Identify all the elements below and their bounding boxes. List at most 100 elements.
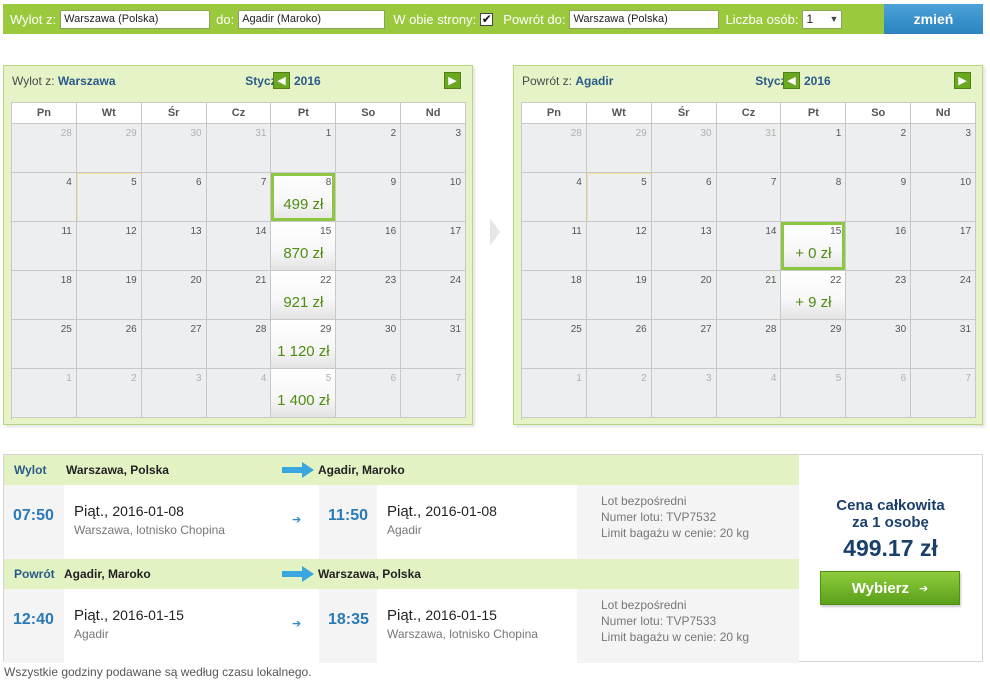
calendar-day: 3	[401, 124, 467, 173]
calendar-day: 14	[716, 222, 782, 271]
calendar-day: 6	[141, 173, 207, 222]
calendar-day: 26	[76, 320, 142, 369]
total-price-label-line2: za 1 osobę	[852, 514, 929, 531]
arrow-right-icon	[282, 462, 314, 478]
calendar-day: 3	[651, 369, 717, 418]
calendar-day-priced[interactable]: 8 499 zł	[271, 173, 337, 222]
calendar-day: 4	[716, 369, 782, 418]
prev-month-button[interactable]: ◀	[273, 72, 290, 89]
pax-value: 1	[806, 12, 814, 26]
day-number: 31	[449, 324, 462, 335]
arrival-date: Piąt., 2016-01-08	[387, 503, 497, 520]
day-price: 1 120 zł	[277, 343, 330, 360]
day-number: 15	[830, 226, 842, 237]
day-number: 12	[635, 226, 647, 237]
day-number: 26	[635, 324, 647, 335]
arrow-right-icon: ➔	[919, 582, 929, 595]
calendar-day-priced[interactable]: 15 + 0 zł	[781, 222, 847, 271]
to-input[interactable]	[238, 9, 386, 29]
return-label: Powrót do:	[503, 11, 566, 27]
flight-info: Lot bezpośredni Numer lotu: TVP7533 Limi…	[601, 597, 749, 645]
prev-month-button[interactable]: ◀	[783, 72, 800, 89]
day-number: 24	[959, 275, 972, 286]
calendar-day: 12	[76, 222, 142, 271]
day-number: 18	[60, 275, 72, 286]
day-number: 17	[959, 226, 972, 237]
day-number: 13	[190, 226, 202, 237]
calendar-week-row: 25 26 27 28 29 30 31	[522, 320, 977, 369]
arrow-right-icon: ▶	[958, 75, 967, 87]
calendar-day-priced[interactable]: 22 + 9 zł	[781, 271, 847, 320]
calendar-day-priced[interactable]: 15 870 zł	[271, 222, 337, 271]
day-number: 2	[641, 373, 647, 384]
return-input[interactable]	[569, 9, 720, 29]
day-number: 30	[385, 324, 397, 335]
next-month-button[interactable]: ▶	[444, 72, 461, 89]
calendar-day: 20	[141, 271, 207, 320]
day-number: 10	[959, 177, 972, 188]
weekday-row: Pn Wt Śr Cz Pt So Nd	[522, 103, 977, 124]
chevron-down-icon: ▼	[829, 14, 839, 24]
day-number: 27	[700, 324, 712, 335]
calendar-day: 16	[336, 222, 402, 271]
calendar-day: 2	[846, 124, 912, 173]
next-month-button[interactable]: ▶	[954, 72, 971, 89]
calendar-day: 19	[586, 271, 652, 320]
day-number: 4	[260, 373, 267, 384]
day-price: 1 400 zł	[277, 392, 330, 409]
calendar-day: 8	[781, 173, 847, 222]
select-button[interactable]: Wybierz ➔	[820, 571, 960, 605]
arrival-date-value: 2016-01-08	[425, 503, 497, 519]
segment-tag: Powrót	[14, 567, 55, 581]
weekday: Pn	[522, 103, 587, 124]
day-number: 14	[255, 226, 267, 237]
calendar-week-row: 18 19 20 21 22 921 zł 23 24	[12, 271, 467, 320]
calendar-day: 4	[522, 173, 587, 222]
calendar-day: 30	[846, 320, 912, 369]
arrow-right-icon: ➔	[292, 514, 302, 526]
calendar-day-priced[interactable]: 5 1 400 zł	[271, 369, 337, 418]
day-number: 24	[449, 275, 462, 286]
segment-tag: Wylot	[14, 463, 47, 477]
weekday: Cz	[206, 103, 272, 124]
calendar-week-row: 28 29 30 31 1 2 3	[12, 124, 467, 173]
calendar-day: 12	[586, 222, 652, 271]
from-input[interactable]	[60, 9, 211, 29]
day-number: 7	[965, 373, 972, 384]
day-number: 5	[131, 177, 137, 188]
calendar-day: 6	[336, 369, 402, 418]
calendar-day: 11	[12, 222, 77, 271]
weekday: Nd	[911, 103, 977, 124]
day-number: 15	[320, 226, 332, 237]
calendar-week-row: 11 12 13 14 15 + 0 zł 16 17	[522, 222, 977, 271]
change-search-button[interactable]: zmień	[884, 4, 983, 34]
calendar-day: 5	[781, 369, 847, 418]
price-box: Cena całkowita za 1 osobę 499.17 zł Wybi…	[799, 455, 982, 661]
day-price: 870 zł	[283, 245, 324, 262]
departure-column: Piąt., 2016-01-08 Warszawa, lotnisko Cho…	[64, 485, 319, 559]
day-number: 29	[320, 324, 332, 335]
calendar-day: 7	[911, 369, 977, 418]
day-number: 3	[455, 128, 462, 139]
day-number: 29	[830, 324, 842, 335]
total-price-label-line1: Cena całkowita	[836, 497, 945, 514]
calendar-day: 7	[716, 173, 782, 222]
day-number: 4	[576, 177, 582, 188]
day-number: 31	[765, 128, 777, 139]
outbound-segment-header: Wylot Warszawa, Polska Agadir, Maroko	[4, 455, 799, 485]
pax-select[interactable]: 1 ▼	[802, 9, 843, 29]
calendar-day-priced[interactable]: 22 921 zł	[271, 271, 337, 320]
calendar-day: 28	[716, 320, 782, 369]
calendar-day: 21	[206, 271, 272, 320]
calendar-day: 3	[141, 369, 207, 418]
day-number: 7	[455, 373, 462, 384]
search-bar: Wylot z: do: W obie strony: ✔ Powrót do:…	[3, 4, 983, 34]
calendar-day-priced[interactable]: 29 1 120 zł	[271, 320, 337, 369]
roundtrip-checkbox[interactable]: ✔	[480, 12, 494, 26]
calendar-day: 28	[206, 320, 272, 369]
day-number: 29	[125, 128, 137, 139]
weekday-row: Pn Wt Śr Cz Pt So Nd	[12, 103, 467, 124]
calendar-week-row: 28 29 30 31 1 2 3	[522, 124, 977, 173]
day-number: 28	[570, 128, 582, 139]
weekday: Wt	[76, 103, 142, 124]
